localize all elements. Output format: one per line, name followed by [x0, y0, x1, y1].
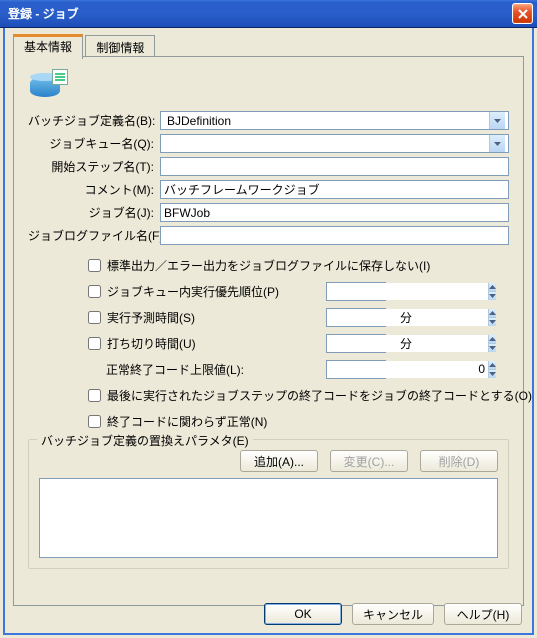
label-always-normal: 終了コードに関わらず正常(N) — [107, 413, 267, 430]
replace-params-list[interactable] — [39, 478, 498, 558]
spin-cutoff-time[interactable] — [326, 334, 386, 353]
cancel-button[interactable]: キャンセル — [352, 603, 434, 625]
check-estimated-time: 実行予測時間(S) 分 — [88, 307, 509, 327]
row-normal-exit-max: 正常終了コード上限値(L): — [88, 359, 509, 379]
label-no-save-stdout: 標準出力／エラー出力をジョブログファイルに保存しない(I) — [107, 257, 430, 274]
spin-estimated-time[interactable] — [326, 308, 386, 327]
tab-strip: 基本情報 制御情報 — [13, 34, 524, 56]
dropdown-batch-job-def-name[interactable] — [489, 112, 505, 129]
input-job-name[interactable] — [160, 203, 509, 222]
label-normal-exit-max: 正常終了コード上限値(L): — [106, 361, 244, 378]
row-comment: コメント(M): — [28, 180, 509, 199]
row-batch-job-def-name: バッチジョブ定義名(B): — [28, 111, 509, 130]
input-start-step-name[interactable] — [160, 157, 509, 176]
label-job-queue-name: ジョブキュー名(Q): — [28, 135, 160, 152]
spin-up-icon[interactable] — [489, 309, 496, 318]
label-estimated-time: 実行予測時間(S) — [107, 309, 195, 326]
checkbox-cutoff-time[interactable] — [88, 337, 101, 350]
row-start-step-name: 開始ステップ名(T): — [28, 157, 509, 176]
help-button[interactable]: ヘルプ(H) — [444, 603, 522, 625]
label-job-name: ジョブ名(J): — [28, 204, 160, 221]
row-job-log-file-name: ジョブログファイル名(F): — [28, 226, 509, 245]
spin-normal-exit-max[interactable] — [326, 360, 386, 379]
label-priority: ジョブキュー内実行優先順位(P) — [107, 283, 279, 300]
checks-area: 標準出力／エラー出力をジョブログファイルに保存しない(I) ジョブキュー内実行優… — [28, 255, 509, 431]
input-job-queue-name[interactable] — [164, 135, 489, 152]
titlebar: 登録 - ジョブ — [0, 0, 537, 28]
tab-basic-info[interactable]: 基本情報 — [13, 34, 83, 59]
combo-job-queue-name[interactable] — [160, 134, 509, 153]
groupbox-button-row: 追加(A)... 変更(C)... 削除(D) — [39, 450, 498, 472]
checkbox-no-save-stdout[interactable] — [88, 259, 101, 272]
groupbox-replace-params: バッチジョブ定義の置換えパラメタ(E) 追加(A)... 変更(C)... 削除… — [28, 439, 509, 569]
label-batch-job-def-name: バッチジョブ定義名(B): — [28, 112, 160, 129]
spin-up-icon[interactable] — [489, 283, 496, 292]
input-normal-exit-max[interactable] — [327, 361, 488, 378]
groupbox-legend: バッチジョブ定義の置換えパラメタ(E) — [37, 432, 253, 449]
row-job-name: ジョブ名(J): — [28, 203, 509, 222]
close-icon — [518, 9, 528, 19]
chevron-down-icon — [494, 119, 501, 123]
label-comment: コメント(M): — [28, 181, 160, 198]
check-no-save-stdout: 標準出力／エラー出力をジョブログファイルに保存しない(I) — [88, 255, 509, 275]
combo-batch-job-def-name[interactable] — [160, 111, 509, 130]
unit-estimated-time: 分 — [400, 309, 411, 326]
unit-cutoff-time: 分 — [400, 335, 411, 352]
input-priority[interactable] — [327, 283, 488, 300]
checkbox-last-step-exit[interactable] — [88, 389, 101, 402]
check-always-normal: 終了コードに関わらず正常(N) — [88, 411, 509, 431]
check-cutoff-time: 打ち切り時間(U) 分 — [88, 333, 509, 353]
row-job-queue-name: ジョブキュー名(Q): — [28, 134, 509, 153]
window-title: 登録 - ジョブ — [8, 5, 512, 22]
dropdown-job-queue-name[interactable] — [489, 135, 505, 152]
label-cutoff-time: 打ち切り時間(U) — [107, 335, 196, 352]
spin-down-icon[interactable] — [489, 370, 496, 378]
ok-button[interactable]: OK — [264, 603, 342, 625]
checkbox-always-normal[interactable] — [88, 415, 101, 428]
chevron-down-icon — [494, 142, 501, 146]
tab-panel-basic: バッチジョブ定義名(B): ジョブキュー名(Q): — [13, 56, 524, 606]
dialog-button-row: OK キャンセル ヘルプ(H) — [264, 603, 522, 625]
close-button[interactable] — [512, 3, 533, 24]
form-area: バッチジョブ定義名(B): ジョブキュー名(Q): — [28, 111, 509, 245]
spin-down-icon[interactable] — [489, 344, 496, 352]
checkbox-priority[interactable] — [88, 285, 101, 298]
spin-down-icon[interactable] — [489, 292, 496, 300]
checkbox-estimated-time[interactable] — [88, 311, 101, 324]
spin-up-icon[interactable] — [489, 335, 496, 344]
client-area: 基本情報 制御情報 バッチジョブ定義名(B): ジョブキュー名(Q): — [3, 28, 534, 635]
check-priority: ジョブキュー内実行優先順位(P) — [88, 281, 509, 301]
input-comment[interactable] — [160, 180, 509, 199]
job-icon — [28, 69, 68, 105]
add-button[interactable]: 追加(A)... — [240, 450, 318, 472]
input-batch-job-def-name[interactable] — [164, 112, 489, 129]
check-last-step-exit: 最後に実行されたジョブステップの終了コードをジョブの終了コードとする(O) — [88, 385, 509, 405]
spin-priority[interactable] — [326, 282, 386, 301]
spin-down-icon[interactable] — [489, 318, 496, 326]
change-button[interactable]: 変更(C)... — [330, 450, 408, 472]
label-job-log-file-name: ジョブログファイル名(F): — [28, 227, 160, 244]
spin-up-icon[interactable] — [489, 361, 496, 370]
label-last-step-exit: 最後に実行されたジョブステップの終了コードをジョブの終了コードとする(O) — [107, 387, 532, 404]
label-start-step-name: 開始ステップ名(T): — [28, 158, 160, 175]
delete-button[interactable]: 削除(D) — [420, 450, 498, 472]
input-job-log-file-name[interactable] — [160, 226, 509, 245]
